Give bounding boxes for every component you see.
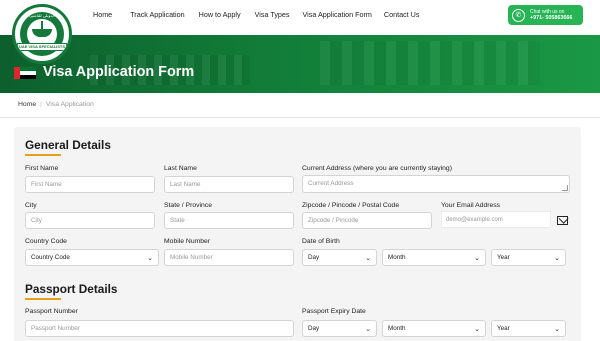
general-details-heading: General Details: [25, 138, 111, 152]
dob-month-value: Month: [388, 254, 406, 261]
chevron-down-icon: ⌄: [147, 254, 153, 262]
email-label: Your Email Address: [441, 202, 501, 209]
city-label: City: [25, 202, 37, 209]
first-name-input[interactable]: [25, 176, 155, 193]
top-navbar: Home Track Application How to Apply Visa…: [0, 0, 600, 35]
expiry-day-select[interactable]: Day ⌄: [302, 320, 377, 337]
country-code-value: Country Code: [31, 254, 70, 261]
zipcode-input[interactable]: [302, 212, 432, 229]
nav-visa-types[interactable]: Visa Types: [255, 10, 290, 19]
address-textarea[interactable]: Current Address: [302, 175, 570, 193]
chevron-down-icon: ⌄: [365, 325, 371, 333]
logo-arabic-text: مكتب الدوبلي للتاشيرات: [25, 13, 66, 18]
resize-handle[interactable]: [562, 185, 568, 191]
passport-number-label: Passport Number: [25, 308, 78, 315]
dob-day-value: Day: [308, 254, 320, 261]
nav-home[interactable]: Home: [93, 10, 112, 19]
heading-underline: [25, 154, 61, 156]
last-name-label: Last Name: [164, 165, 197, 172]
email-placeholder: demo@example.com: [446, 216, 503, 223]
address-placeholder: Current Address: [308, 180, 354, 187]
country-code-label: Country Code: [25, 238, 67, 245]
dob-label: Date of Birth: [302, 238, 340, 245]
breadcrumb-current: Visa Application: [45, 101, 94, 108]
city-input[interactable]: [25, 212, 155, 229]
breadcrumb-home[interactable]: Home: [18, 101, 36, 108]
chevron-down-icon: ⌄: [474, 254, 480, 262]
zipcode-label: Zipcode / Pincode / Postal Code: [302, 202, 400, 209]
expiry-year-value: Year: [497, 325, 510, 332]
whatsapp-phone: +971- 505863666: [530, 15, 573, 21]
breadcrumb-separator: |: [40, 101, 42, 108]
chevron-down-icon: ⌄: [554, 325, 560, 333]
first-name-label: First Name: [25, 165, 59, 172]
country-code-select[interactable]: Country Code ⌄: [25, 249, 159, 266]
address-label: Current Address (where you are currently…: [302, 165, 452, 172]
passport-expiry-label: Passport Expiry Date: [302, 308, 366, 315]
whatsapp-icon: ✆: [512, 8, 525, 22]
uae-flag-icon: [14, 67, 36, 79]
breadcrumb: Home | Visa Application: [18, 101, 94, 108]
nav-track-application[interactable]: Track Application: [130, 10, 184, 19]
email-input[interactable]: demo@example.com: [441, 211, 551, 228]
state-label: State / Province: [164, 202, 212, 209]
expiry-day-value: Day: [308, 325, 320, 332]
main-nav: Home Track Application How to Apply Visa…: [93, 10, 437, 19]
page: Home Track Application How to Apply Visa…: [0, 0, 600, 341]
dob-year-select[interactable]: Year ⌄: [491, 249, 566, 266]
nav-visa-application-form[interactable]: Visa Application Form: [303, 10, 372, 19]
expiry-year-select[interactable]: Year ⌄: [491, 320, 566, 337]
dob-year-value: Year: [497, 254, 510, 261]
expiry-month-select[interactable]: Month ⌄: [382, 320, 486, 337]
application-form: General Details First Name Last Name Cur…: [14, 127, 581, 341]
nav-how-to-apply[interactable]: How to Apply: [199, 10, 241, 19]
dob-day-select[interactable]: Day ⌄: [302, 249, 377, 266]
whatsapp-chat-button[interactable]: ✆ Chat with us on +971- 505863666: [508, 5, 583, 25]
last-name-input[interactable]: [164, 176, 294, 193]
state-input[interactable]: [164, 212, 294, 229]
dob-month-select[interactable]: Month ⌄: [382, 249, 486, 266]
passport-details-heading: Passport Details: [25, 282, 118, 296]
heading-underline: [25, 298, 61, 300]
mail-icon: [557, 216, 568, 225]
expiry-month-value: Month: [388, 325, 406, 332]
site-logo[interactable]: مكتب الدوبلي للتاشيرات UAE VISA SPECIALI…: [12, 4, 72, 64]
mobile-input[interactable]: [164, 249, 294, 266]
nav-contact-us[interactable]: Contact Us: [384, 10, 420, 19]
logo-ribbon: UAE VISA SPECIALISTS: [17, 43, 67, 51]
mobile-label: Mobile Number: [164, 238, 211, 245]
chevron-down-icon: ⌄: [474, 325, 480, 333]
chevron-down-icon: ⌄: [365, 254, 371, 262]
page-title: Visa Application Form: [43, 64, 195, 80]
chevron-down-icon: ⌄: [554, 254, 560, 262]
passport-number-input[interactable]: [25, 320, 294, 337]
